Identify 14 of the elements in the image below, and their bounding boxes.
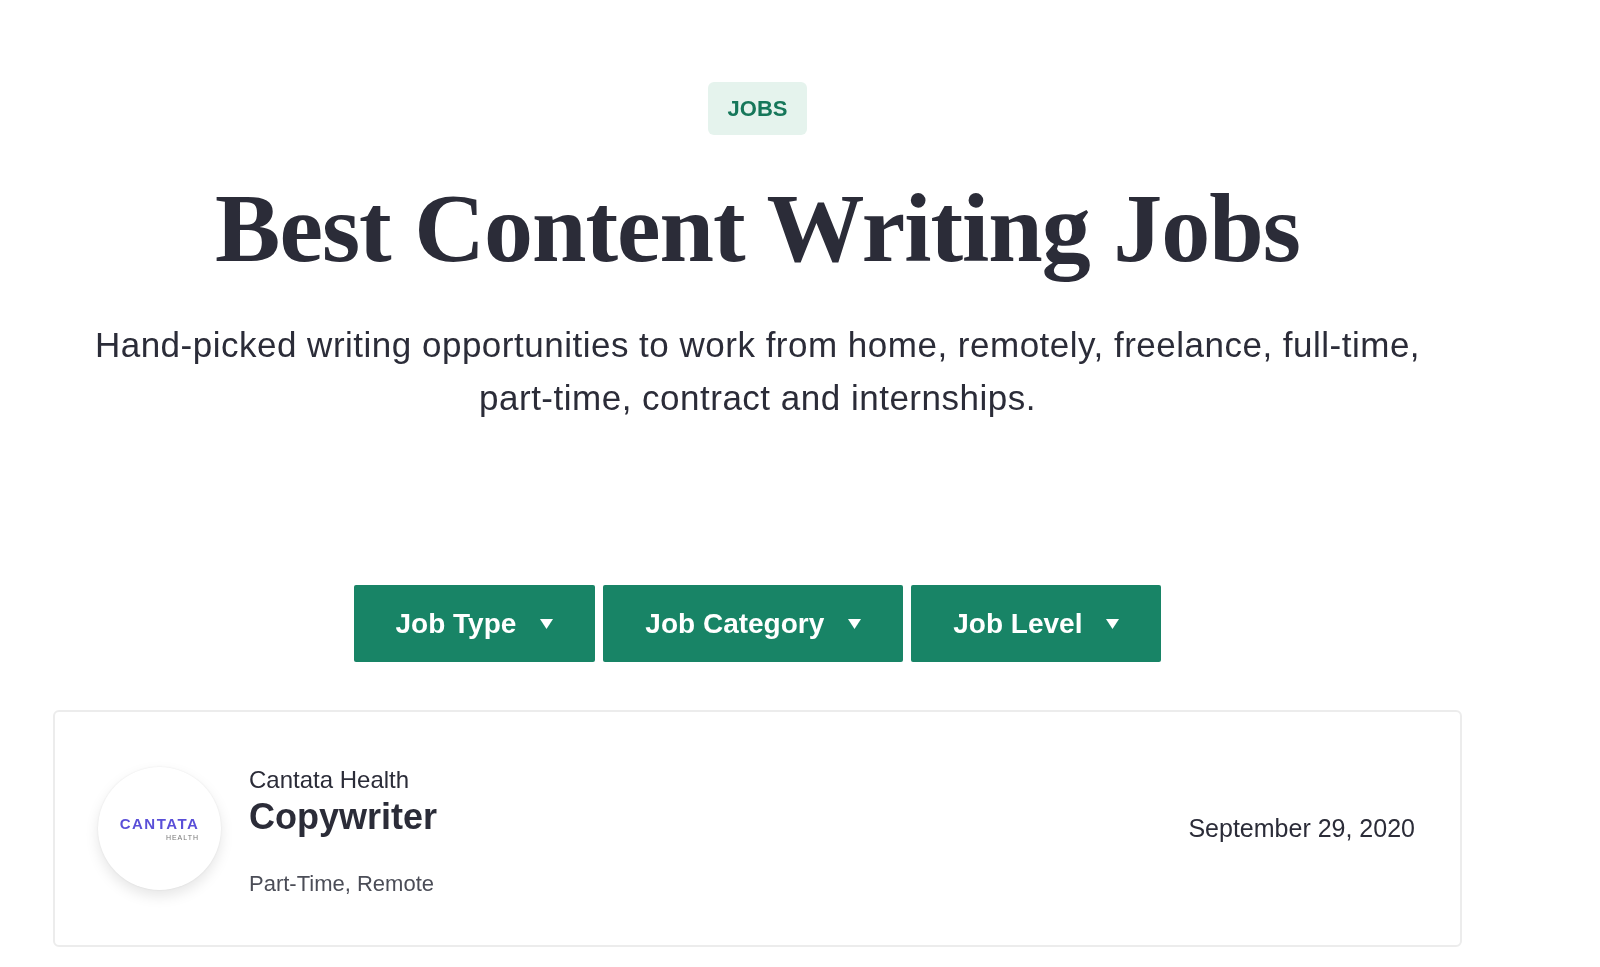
filter-dropdown[interactable]: Job Level <box>911 585 1162 662</box>
logo-wordmark: CANTATA <box>119 815 200 832</box>
caret-icon <box>540 618 554 629</box>
filter-dropdown[interactable]: Job Category <box>603 585 904 662</box>
job-title: Copywriter <box>249 794 438 839</box>
caret-icon <box>848 618 862 629</box>
page-subtitle: Hand-picked writing opportunities to work from home, remotely, freelance, full-time, part-time, contract and internships. <box>93 324 1422 419</box>
filter-dropdown[interactable]: Job Type <box>353 585 596 662</box>
category-badge: JOBS <box>707 82 808 135</box>
post-date: September 29, 2020 <box>1188 814 1415 843</box>
job-tags: Part-Time, Remote <box>249 868 434 899</box>
page-title: Best Content Writing Jobs <box>215 173 1300 283</box>
caret-icon <box>1106 618 1120 629</box>
company-name: Cantata Health <box>249 764 410 795</box>
